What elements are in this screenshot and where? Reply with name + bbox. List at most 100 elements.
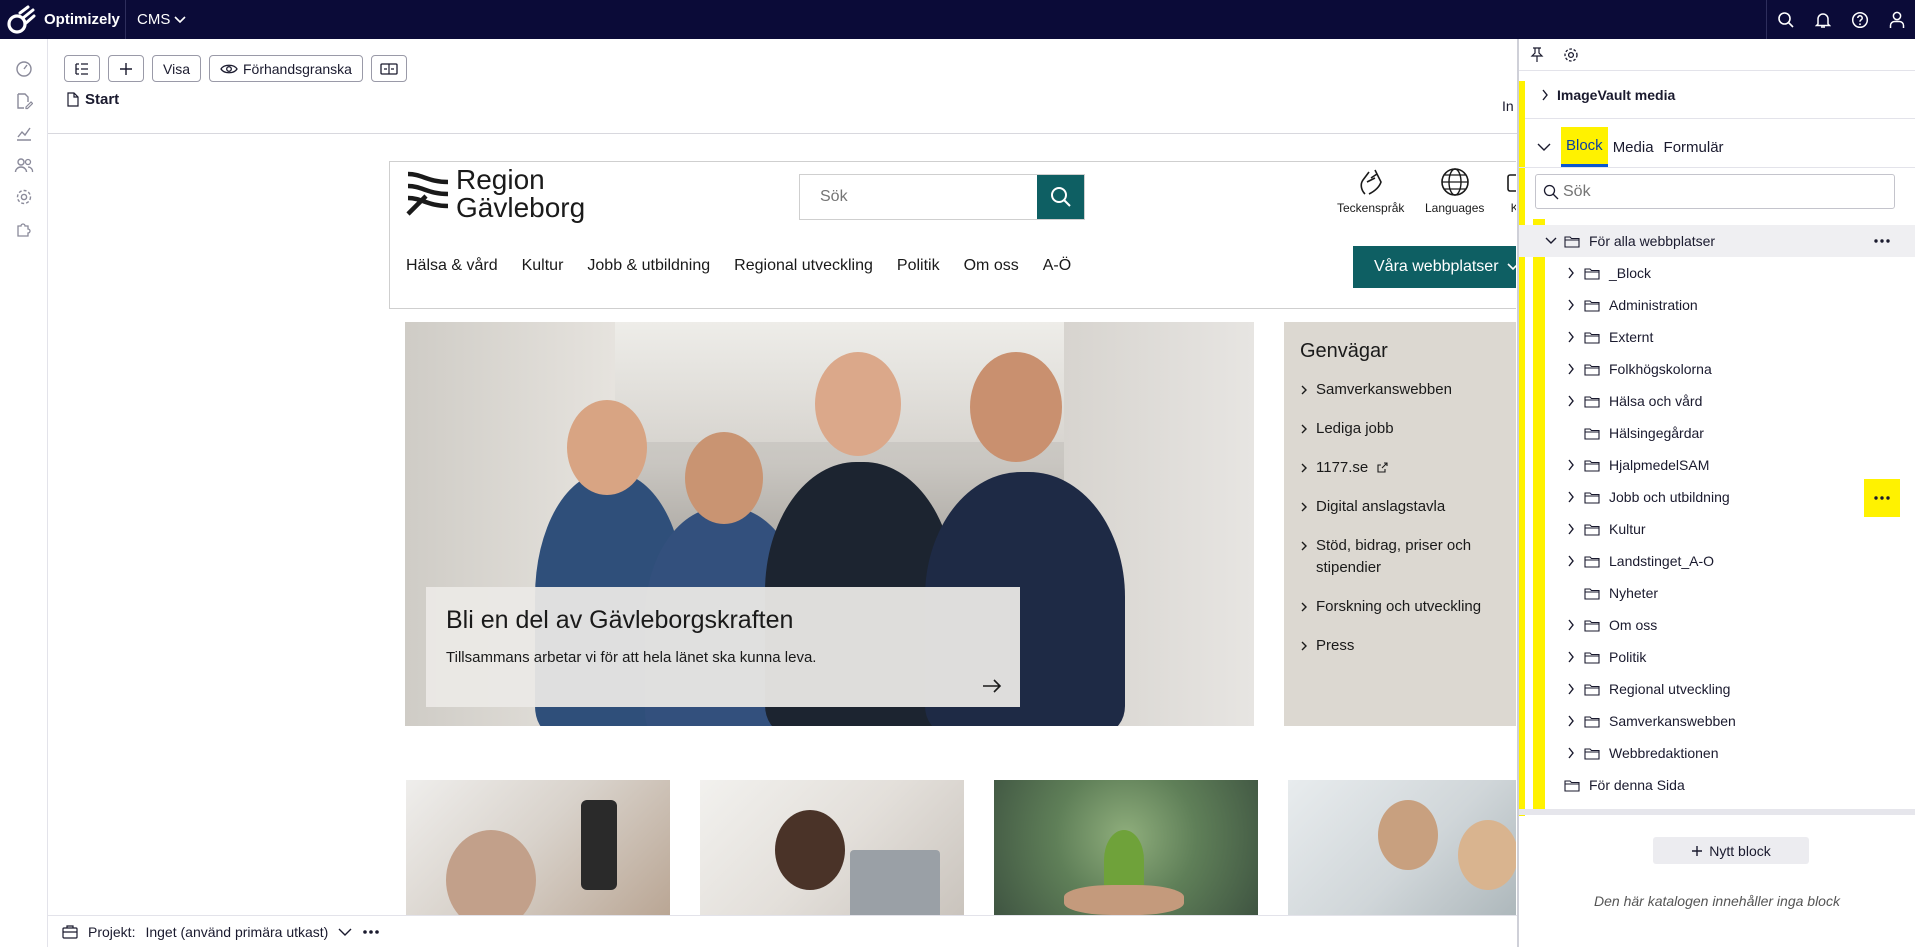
product-switcher[interactable]: CMS (126, 11, 186, 28)
hero-card[interactable]: Bli en del av Gävleborgskraften Tillsamm… (426, 587, 1020, 707)
chevron-down-icon[interactable] (338, 928, 352, 936)
page-title[interactable]: Start (85, 91, 119, 108)
folder-icon (1581, 651, 1603, 664)
gear-icon (16, 189, 32, 205)
rail-edit[interactable] (0, 85, 48, 117)
nav-item-regional-utveckling[interactable]: Regional utveckling (734, 257, 873, 275)
chevron-right-icon[interactable] (1561, 523, 1581, 535)
shortcut-stod-bidrag[interactable]: Stöd, bidrag, priser och stipendier (1300, 535, 1508, 579)
view-button[interactable]: Visa (152, 55, 201, 82)
tree-folder-item[interactable]: _Block (1519, 257, 1915, 289)
search-button[interactable] (1767, 0, 1804, 39)
more-options-icon[interactable] (1864, 479, 1900, 517)
rail-reports[interactable] (0, 117, 48, 149)
tree-folder-item[interactable]: Landstinget_A-O (1519, 545, 1915, 577)
more-options-icon[interactable] (1864, 226, 1900, 256)
chevron-down-icon[interactable] (1541, 237, 1561, 245)
tree-folder-item[interactable]: Nyheter (1519, 577, 1915, 609)
tree-folder-item[interactable]: Om oss (1519, 609, 1915, 641)
tree-folder-item[interactable]: Hälsingegårdar (1519, 417, 1915, 449)
pin-button[interactable] (1523, 41, 1551, 69)
tab-formular[interactable]: Formulär (1659, 127, 1729, 167)
chevron-right-icon[interactable] (1561, 459, 1581, 471)
teaser-image-1[interactable] (406, 780, 670, 915)
chevron-right-icon[interactable] (1561, 619, 1581, 631)
rail-settings[interactable] (0, 181, 48, 213)
region-gavleborg-logo[interactable]: Region Gävleborg (406, 166, 585, 222)
nav-item-om-oss[interactable]: Om oss (964, 257, 1019, 275)
preview-button[interactable]: Förhandsgranska (208, 55, 363, 82)
chevron-right-icon[interactable] (1561, 555, 1581, 567)
rail-users[interactable] (0, 149, 48, 181)
our-sites-button[interactable]: Våra webbplatser (1353, 246, 1516, 288)
tree-folder-item[interactable]: Folkhögskolorna (1519, 353, 1915, 385)
tree-folder-item[interactable]: Kultur (1519, 513, 1915, 545)
sign-language-link[interactable]: Teckenspråk (1337, 166, 1404, 215)
tab-label: Block (1566, 137, 1603, 154)
panel-settings-button[interactable] (1557, 41, 1585, 69)
notifications-button[interactable] (1804, 0, 1841, 39)
shortcut-digital-anslagstavla[interactable]: Digital anslagstavla (1300, 496, 1508, 518)
tree-folder-item[interactable]: Hälsa och vård (1519, 385, 1915, 417)
tree-root-folder[interactable]: För alla webbplatser (1519, 225, 1915, 257)
chevron-right-icon[interactable] (1561, 299, 1581, 311)
tree-folder-item[interactable]: Externt (1519, 321, 1915, 353)
panel-splitter[interactable] (1519, 809, 1915, 815)
tree-page-folder[interactable]: För denna Sida (1519, 769, 1915, 801)
compare-button[interactable] (370, 55, 407, 82)
nav-item-a-o[interactable]: A-Ö (1043, 257, 1071, 275)
rail-addons[interactable] (0, 213, 48, 245)
nav-item-politik[interactable]: Politik (897, 257, 940, 275)
tab-media[interactable]: Media (1608, 127, 1659, 167)
tree-folder-item[interactable]: HjalpmedelSAM (1519, 449, 1915, 481)
tree-folder-item[interactable]: Regional utveckling (1519, 673, 1915, 705)
tree-folder-item[interactable]: Politik (1519, 641, 1915, 673)
chevron-right-icon[interactable] (1561, 683, 1581, 695)
tree-folder-item[interactable]: Administration (1519, 289, 1915, 321)
shortcut-1177[interactable]: 1177.se (1300, 457, 1508, 479)
languages-link[interactable]: Languages (1425, 166, 1484, 215)
teaser-image-4[interactable] (1288, 780, 1516, 915)
site-search-input[interactable] (800, 175, 1037, 219)
tree-folder-item[interactable]: Samverkanswebben (1519, 705, 1915, 737)
chevron-right-icon[interactable] (1561, 491, 1581, 503)
nav-item-kultur[interactable]: Kultur (522, 257, 564, 275)
plus-icon (120, 62, 132, 75)
contact-link[interactable]: Ko (1502, 166, 1516, 215)
optimizely-logo[interactable]: Optimizely (0, 0, 126, 39)
chevron-right-icon[interactable] (1561, 651, 1581, 663)
chevron-right-icon[interactable] (1561, 267, 1581, 279)
imagevault-label: ImageVault media (1557, 86, 1676, 103)
site-search-button[interactable] (1037, 175, 1084, 219)
shortcut-forskning[interactable]: Forskning och utveckling (1300, 596, 1508, 618)
teaser-image-3[interactable] (994, 780, 1258, 915)
new-block-button[interactable]: Nytt block (1653, 837, 1809, 864)
user-menu-button[interactable] (1878, 0, 1915, 39)
collapse-tabs-button[interactable] (1537, 127, 1561, 167)
chevron-right-icon[interactable] (1561, 363, 1581, 375)
tree-folder-item[interactable]: Webbredaktionen (1519, 737, 1915, 769)
project-selector[interactable]: Inget (använd primära utkast) (145, 924, 328, 940)
shortcut-samverkanswebben[interactable]: Samverkanswebben (1300, 379, 1508, 401)
imagevault-section[interactable]: ImageVault media (1519, 71, 1915, 119)
panel-search-input[interactable] (1563, 182, 1883, 201)
nav-item-jobb-utbildning[interactable]: Jobb & utbildning (587, 257, 710, 275)
chevron-right-icon[interactable] (1561, 747, 1581, 759)
nav-item-halsa-vard[interactable]: Hälsa & vård (406, 257, 498, 275)
page-tree-toggle-button[interactable] (64, 55, 100, 82)
tab-block[interactable]: Block (1561, 127, 1608, 167)
help-button[interactable] (1841, 0, 1878, 39)
tree-folder-item[interactable]: Jobb och utbildning (1519, 479, 1915, 517)
shortcut-lediga-jobb[interactable]: Lediga jobb (1300, 418, 1508, 440)
chevron-right-icon[interactable] (1561, 715, 1581, 727)
teaser-image-2[interactable] (700, 780, 964, 915)
add-content-button[interactable] (108, 55, 144, 82)
pin-icon (1530, 46, 1544, 62)
tree-item-label: Hälsa och vård (1609, 393, 1703, 409)
rail-dashboard[interactable] (0, 53, 48, 85)
hero-banner[interactable]: Bli en del av Gävleborgskraften Tillsamm… (405, 322, 1254, 726)
chevron-right-icon[interactable] (1561, 395, 1581, 407)
more-options-icon[interactable] (362, 929, 380, 935)
chevron-right-icon[interactable] (1561, 331, 1581, 343)
shortcut-press[interactable]: Press (1300, 635, 1508, 657)
